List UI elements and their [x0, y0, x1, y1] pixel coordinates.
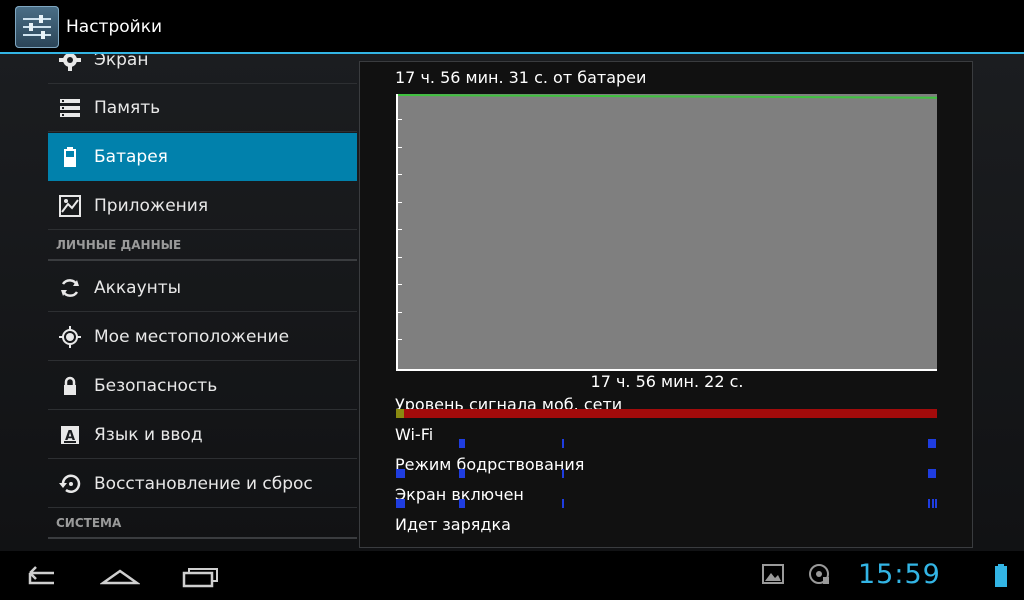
sidebar-item-accounts[interactable]: Аккаунты: [48, 264, 357, 312]
sidebar-item-storage[interactable]: Память: [48, 84, 357, 132]
sd-card-icon[interactable]: [809, 563, 831, 585]
display-gear-icon: [59, 54, 81, 71]
charging-label: Идет зарядка: [395, 515, 511, 534]
battery-history-panel: 17 ч. 56 мин. 31 с. от батареи 17 ч. 56 …: [359, 61, 973, 548]
sidebar-item-language[interactable]: A Язык и ввод: [48, 411, 357, 459]
screen-on-activity-mark: [935, 499, 937, 508]
sidebar-item-label: Экран: [94, 54, 149, 70]
back-icon[interactable]: [20, 561, 60, 591]
sidebar-item-restore[interactable]: Восстановление и сброс: [48, 460, 357, 508]
section-system-label: СИСТЕМА: [56, 516, 122, 530]
sidebar-item-label: Батарея: [94, 147, 168, 167]
section-system: СИСТЕМА: [48, 509, 357, 539]
signal-strength-bar: [396, 409, 937, 418]
awake-label: Режим бодрствования: [395, 455, 585, 474]
sidebar-item-label: Язык и ввод: [94, 425, 203, 445]
wifi-activity-mark: [562, 439, 564, 448]
wifi-activity-mark: [928, 439, 936, 448]
settings-app-icon[interactable]: [15, 6, 59, 48]
sidebar-item-label: Приложения: [94, 196, 209, 216]
sidebar-item-label: Память: [94, 98, 161, 118]
lock-icon: [64, 376, 76, 395]
section-personal-label: ЛИЧНЫЕ ДАННЫЕ: [56, 238, 182, 252]
battery-level-graph: [396, 94, 937, 371]
screen-on-activity-mark: [932, 499, 934, 508]
status-clock: 15:59: [858, 559, 941, 590]
sidebar-item-label: Безопасность: [94, 376, 218, 396]
sidebar-item-battery[interactable]: Батарея: [48, 133, 357, 181]
wifi-label: Wi-Fi: [395, 425, 434, 444]
awake-activity-mark: [562, 469, 564, 478]
storage-icon: [60, 99, 80, 117]
apps-icon: [59, 195, 81, 217]
screen-on-activity-mark: [396, 499, 405, 508]
sidebar-item-apps[interactable]: Приложения: [48, 182, 357, 230]
battery-time-on-battery: 17 ч. 56 мин. 31 с. от батареи: [395, 68, 647, 87]
wifi-activity-mark: [459, 439, 465, 448]
graph-time-label: 17 ч. 56 мин. 22 с.: [590, 372, 744, 391]
sidebar-item-label: Аккаунты: [94, 278, 182, 298]
recent-apps-icon[interactable]: [180, 561, 220, 591]
screen-on-activity-mark: [928, 499, 930, 508]
location-icon: [59, 326, 81, 348]
screen-on-activity-mark: [562, 499, 564, 508]
awake-activity-mark: [928, 469, 936, 478]
signal-strength-start: [396, 409, 404, 418]
content-area: Экран Память Батарея Приложения ЛИЧНЫЕ Д…: [0, 54, 1024, 551]
screen-on-activity-mark: [459, 499, 465, 508]
settings-sidebar: Экран Память Батарея Приложения ЛИЧНЫЕ Д…: [48, 54, 357, 551]
section-personal: ЛИЧНЫЕ ДАННЫЕ: [48, 231, 357, 261]
battery-icon: [64, 147, 76, 167]
sidebar-item-location[interactable]: Мое местоположение: [48, 313, 357, 361]
battery-level-line: [398, 94, 937, 99]
battery-status-icon[interactable]: [994, 564, 1008, 588]
app-title: Настройки: [66, 17, 163, 37]
awake-activity-mark: [459, 469, 465, 478]
home-icon[interactable]: [100, 561, 140, 591]
gallery-icon[interactable]: [762, 563, 784, 585]
system-bar: 15:59: [0, 551, 1024, 600]
keyboard-a-icon: A: [61, 426, 79, 444]
sidebar-item-security[interactable]: Безопасность: [48, 362, 357, 410]
restore-icon: [59, 474, 81, 493]
sidebar-item-label: Восстановление и сброс: [94, 474, 313, 494]
sync-icon: [61, 279, 79, 297]
action-bar: Настройки: [0, 0, 1024, 54]
sidebar-item-display[interactable]: Экран: [48, 54, 357, 84]
sidebar-item-label: Мое местоположение: [94, 327, 290, 347]
awake-activity-mark: [396, 469, 405, 478]
